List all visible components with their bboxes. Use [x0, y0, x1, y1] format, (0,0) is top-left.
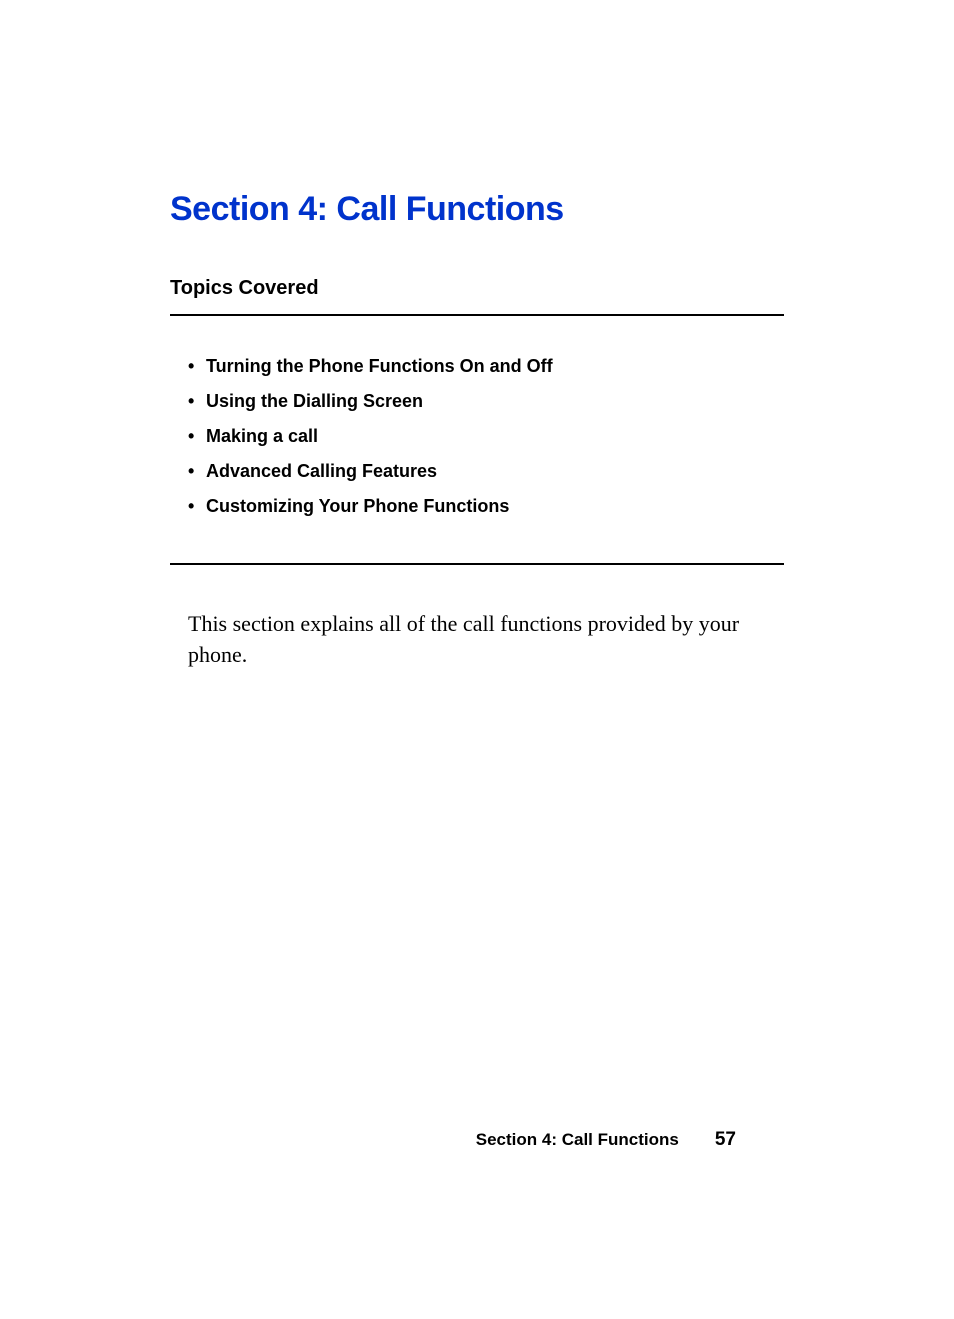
- list-item: Turning the Phone Functions On and Off: [188, 356, 784, 377]
- section-title: Section 4: Call Functions: [170, 190, 784, 229]
- divider-top: [170, 314, 784, 316]
- footer-page-number: 57: [715, 1129, 736, 1151]
- topics-list: Turning the Phone Functions On and Off U…: [170, 356, 784, 517]
- page-content: Section 4: Call Functions Topics Covered…: [0, 0, 954, 671]
- topics-heading: Topics Covered: [170, 277, 784, 300]
- footer-section-label: Section 4: Call Functions: [476, 1130, 679, 1150]
- page-footer: Section 4: Call Functions 57: [476, 1129, 736, 1151]
- divider-bottom: [170, 563, 784, 565]
- list-item: Advanced Calling Features: [188, 461, 784, 482]
- list-item: Using the Dialling Screen: [188, 391, 784, 412]
- list-item: Customizing Your Phone Functions: [188, 496, 784, 517]
- body-paragraph: This section explains all of the call fu…: [170, 609, 784, 671]
- list-item: Making a call: [188, 426, 784, 447]
